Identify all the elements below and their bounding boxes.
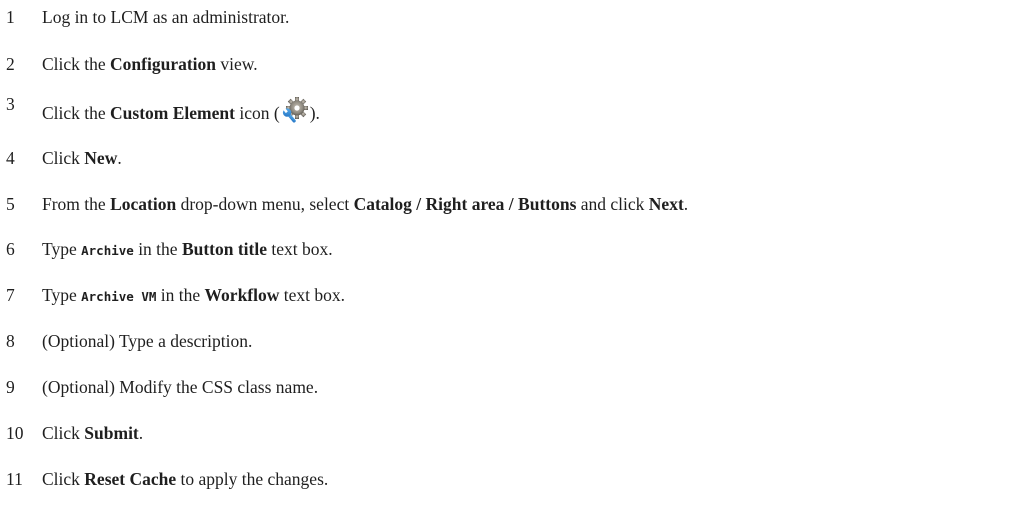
step-number: 2 [6, 54, 15, 74]
custom-element-gear-wrench-icon [281, 97, 309, 125]
ui-term-reset-cache: Reset Cache [84, 469, 177, 489]
typed-value-archive: Archive [81, 243, 134, 258]
step-text: (Optional) Type a description. [42, 331, 253, 351]
ui-term-custom-element: Custom Element [110, 103, 235, 123]
ui-term-location: Location [110, 194, 177, 214]
step-1: 1 Log in to LCM as an administrator. [0, 4, 1011, 30]
step-text: Click the Configuration view. [42, 54, 258, 74]
step-number: 6 [6, 239, 15, 259]
step-number: 11 [6, 469, 23, 489]
step-number: 8 [6, 331, 15, 351]
step-number: 4 [6, 148, 15, 168]
step-8: 8 (Optional) Type a description. [0, 328, 1011, 354]
step-number: 10 [6, 423, 24, 443]
ui-term-configuration: Configuration [110, 54, 217, 74]
step-4: 4 Click New. [0, 145, 1011, 171]
step-text: Click Submit. [42, 423, 144, 443]
procedure-steps-list: 1 Log in to LCM as an administrator. 2 C… [0, 0, 1011, 525]
step-5: 5 From the Location drop-down menu, sele… [0, 191, 1011, 217]
step-number: 3 [6, 94, 15, 114]
step-number: 5 [6, 194, 15, 214]
step-text: Click New. [42, 148, 122, 168]
step-text: Click Reset Cache to apply the changes. [42, 469, 329, 489]
step-number: 9 [6, 377, 15, 397]
step-number: 7 [6, 285, 15, 305]
step-11: 11 Click Reset Cache to apply the change… [0, 466, 1011, 492]
step-text: (Optional) Modify the CSS class name. [42, 377, 319, 397]
ui-term-catalog-path: Catalog / Right area / Buttons [353, 194, 577, 214]
step-text: From the Location drop-down menu, select… [42, 194, 689, 214]
step-text: Type Archive VM in the Workflow text box… [42, 285, 346, 305]
step-9: 9 (Optional) Modify the CSS class name. [0, 374, 1011, 400]
step-number: 1 [6, 7, 15, 27]
step-text: Click the Custom Element icon (). [42, 97, 320, 126]
typed-value-archive-vm: Archive VM [81, 289, 157, 304]
step-text: Type Archive in the Button title text bo… [42, 239, 333, 259]
ui-term-submit: Submit [84, 423, 139, 443]
step-3: 3 Click the Custom Element icon (). [0, 94, 1011, 126]
ui-term-next: Next [648, 194, 684, 214]
ui-term-new: New [84, 148, 118, 168]
step-2: 2 Click the Configuration view. [0, 51, 1011, 77]
ui-term-workflow: Workflow [204, 285, 280, 305]
step-6: 6 Type Archive in the Button title text … [0, 236, 1011, 262]
step-text: Log in to LCM as an administrator. [42, 7, 290, 27]
ui-term-button-title: Button title [181, 239, 268, 259]
step-10: 10 Click Submit. [0, 420, 1011, 446]
step-7: 7 Type Archive VM in the Workflow text b… [0, 282, 1011, 308]
